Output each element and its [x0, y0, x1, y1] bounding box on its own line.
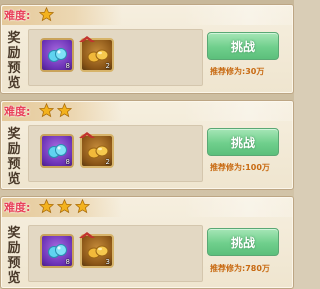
- difficulty-stars: [39, 5, 57, 24]
- recommended-power: 推荐修为:100万: [210, 163, 270, 172]
- star-icon: [39, 199, 54, 214]
- header-decoration: [183, 101, 293, 121]
- challenge-button[interactable]: 挑战: [207, 228, 279, 256]
- reward-item-gem[interactable]: 8: [40, 38, 74, 72]
- header-decoration: [183, 5, 293, 25]
- recommended-power: 推荐修为:30万: [210, 67, 265, 76]
- ribbon-icon: [79, 232, 95, 238]
- difficulty-label: 难度:: [4, 105, 31, 118]
- reward-item-gold[interactable]: 3: [79, 232, 114, 268]
- star-icon: [57, 103, 72, 118]
- challenge-button[interactable]: 挑战: [207, 128, 279, 156]
- recommended-power: 推荐修为:780万: [210, 264, 270, 273]
- reward-preview-label: 奖励预览: [7, 31, 21, 91]
- stage-card: 难度: 奖励预览 8 2: [0, 4, 294, 94]
- item-count: 8: [65, 62, 70, 70]
- reward-item-gem[interactable]: 8: [40, 134, 74, 168]
- item-count: 2: [105, 62, 110, 70]
- item-count: 3: [105, 258, 110, 266]
- star-icon: [39, 7, 54, 22]
- challenge-button[interactable]: 挑战: [207, 32, 279, 60]
- stage-list: 难度: 奖励预览 8 2 挑战 推荐修为:30万 难度: 奖励预览 8 2 挑战…: [0, 0, 294, 289]
- difficulty-stars: [39, 101, 75, 120]
- item-count: 8: [65, 258, 70, 266]
- stage-card: 难度: 奖励预览 8 3 挑战 推荐修为:780万: [0, 196, 294, 289]
- star-icon: [39, 103, 54, 118]
- reward-area: 8 3: [28, 225, 203, 282]
- reward-preview-label: 奖励预览: [7, 127, 21, 187]
- reward-item-gold[interactable]: 2: [79, 132, 114, 168]
- ribbon-icon: [79, 36, 95, 42]
- reward-area: 8 2: [28, 29, 203, 86]
- item-count: 2: [105, 158, 110, 166]
- ribbon-icon: [79, 132, 95, 138]
- reward-area: 8 2: [28, 125, 203, 182]
- difficulty-label: 难度:: [4, 201, 31, 214]
- star-icon: [57, 199, 72, 214]
- reward-item-gold[interactable]: 2: [79, 36, 114, 72]
- star-icon: [75, 199, 90, 214]
- item-count: 8: [65, 158, 70, 166]
- stage-card: 难度: 奖励预览 8 2: [0, 100, 294, 190]
- reward-preview-label: 奖励预览: [7, 226, 21, 286]
- reward-item-gem[interactable]: 8: [40, 234, 74, 268]
- difficulty-stars: [39, 197, 93, 216]
- difficulty-label: 难度:: [4, 9, 31, 22]
- header-decoration: [183, 197, 293, 217]
